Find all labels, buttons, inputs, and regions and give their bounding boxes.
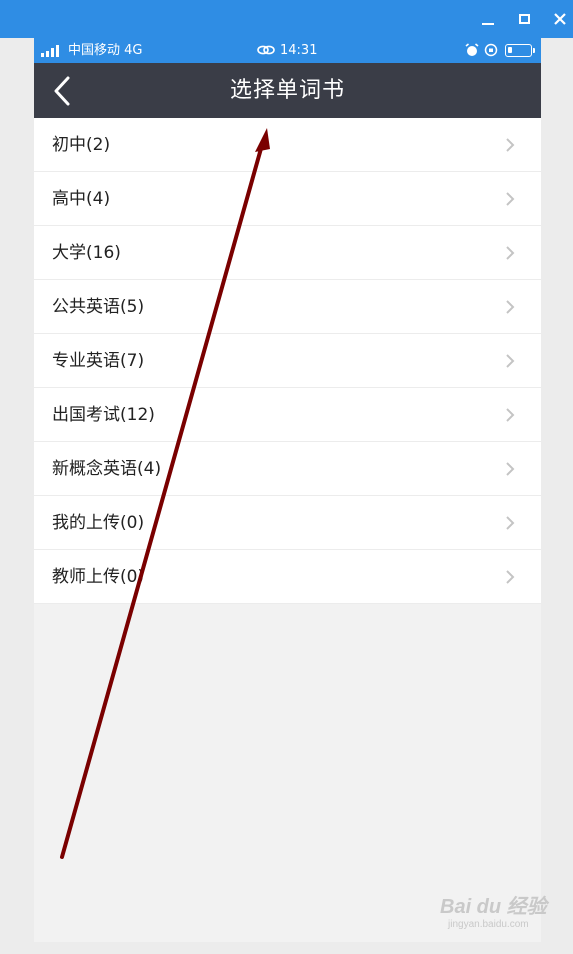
- list-item-label: 新概念英语(4): [52, 459, 162, 479]
- window-titlebar: [0, 0, 573, 38]
- link-icon: [257, 45, 275, 55]
- rotation-lock-icon: [484, 43, 498, 57]
- chevron-right-icon: [506, 516, 515, 530]
- list-item-label: 大学(16): [52, 243, 121, 263]
- status-time: 14:31: [280, 43, 318, 58]
- list-item[interactable]: 专业英语(7): [34, 334, 541, 388]
- watermark: Bai du 经验 jingyan.baidu.com: [440, 890, 547, 930]
- close-icon: [554, 13, 566, 25]
- chevron-right-icon: [506, 408, 515, 422]
- list-item-label: 教师上传(0): [52, 567, 145, 587]
- watermark-logo: Bai du 经验: [440, 896, 547, 918]
- list-item-label: 我的上传(0): [52, 513, 145, 533]
- alarm-icon: [465, 43, 479, 56]
- back-button[interactable]: [48, 75, 78, 107]
- list-item-label: 高中(4): [52, 189, 111, 209]
- list-item[interactable]: 教师上传(0): [34, 550, 541, 604]
- carrier-label: 中国移动 4G: [68, 43, 143, 58]
- list-item-label: 专业英语(7): [52, 351, 145, 371]
- maximize-icon: [518, 14, 530, 24]
- chevron-right-icon: [506, 570, 515, 584]
- signal-icon: [41, 45, 63, 57]
- chevron-right-icon: [506, 300, 515, 314]
- list-item[interactable]: 高中(4): [34, 172, 541, 226]
- list-item-label: 出国考试(12): [52, 405, 155, 425]
- list-item-label: 公共英语(5): [52, 297, 145, 317]
- maximize-button[interactable]: [513, 8, 535, 30]
- list-item[interactable]: 公共英语(5): [34, 280, 541, 334]
- chevron-right-icon: [506, 462, 515, 476]
- close-button[interactable]: [549, 8, 571, 30]
- chevron-right-icon: [506, 246, 515, 260]
- chevron-right-icon: [506, 192, 515, 206]
- wordbook-category-list: 初中(2) 高中(4) 大学(16) 公共英语(5) 专业英语(7) 出国考试(…: [34, 118, 541, 604]
- watermark-url: jingyan.baidu.com: [448, 919, 529, 930]
- list-item[interactable]: 大学(16): [34, 226, 541, 280]
- minimize-icon: [482, 22, 494, 25]
- list-item[interactable]: 初中(2): [34, 118, 541, 172]
- list-item[interactable]: 出国考试(12): [34, 388, 541, 442]
- phone-screen: 中国移动 4G 14:31 选择单词书 初中(2) 高中(4) 大学(16) 公…: [34, 38, 541, 942]
- navigation-bar: 选择单词书: [34, 63, 541, 118]
- minimize-button[interactable]: [477, 8, 499, 30]
- list-item[interactable]: 新概念英语(4): [34, 442, 541, 496]
- page-title: 选择单词书: [229, 78, 345, 103]
- list-item[interactable]: 我的上传(0): [34, 496, 541, 550]
- battery-icon: [505, 44, 535, 57]
- chevron-right-icon: [506, 354, 515, 368]
- list-item-label: 初中(2): [52, 135, 111, 155]
- chevron-right-icon: [506, 138, 515, 152]
- status-bar: 中国移动 4G 14:31: [34, 38, 541, 63]
